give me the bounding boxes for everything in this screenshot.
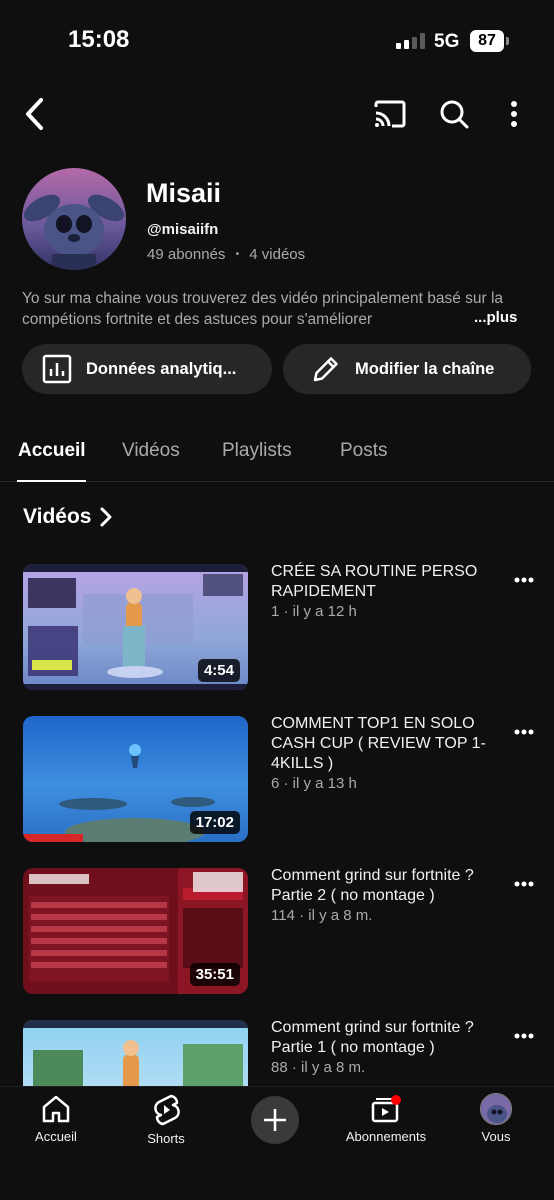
video-more-button[interactable] <box>512 720 536 744</box>
tab-posts[interactable]: Posts <box>340 440 388 462</box>
nav-shorts-label: Shorts <box>147 1131 185 1146</box>
section-title: Vidéos <box>23 505 92 528</box>
nav-home-label: Accueil <box>35 1129 77 1144</box>
video-more-button[interactable] <box>512 1024 536 1048</box>
back-button[interactable] <box>14 90 54 138</box>
video-thumbnail[interactable] <box>23 1020 248 1086</box>
subscriber-count: 49 abonnés <box>147 246 226 263</box>
video-duration: 17:02 <box>189 811 240 834</box>
video-title: Comment grind sur fortnite ? Partie 1 ( … <box>271 1020 474 1056</box>
edit-channel-button[interactable]: Modifier la chaîne <box>283 344 531 394</box>
video-info[interactable]: Comment grind sur fortnite ? Partie 2 ( … <box>271 866 496 926</box>
top-app-bar <box>0 90 554 140</box>
video-more-button[interactable] <box>512 568 536 592</box>
video-duration: 4:54 <box>197 659 240 682</box>
more-vert-icon <box>514 729 534 735</box>
description-fade <box>410 309 466 330</box>
analytics-button[interactable]: Données analytiq... <box>22 344 272 394</box>
video-meta: 114 · il y a 8 m. <box>271 907 373 924</box>
edit-channel-label: Modifier la chaîne <box>355 359 495 378</box>
more-options-button[interactable] <box>496 94 532 134</box>
nav-you[interactable]: Vous <box>446 1093 546 1144</box>
channel-tabs: Accueil Vidéos Playlists Posts <box>0 430 554 482</box>
nav-shorts[interactable]: Shorts <box>116 1093 216 1146</box>
video-title: Comment grind sur fortnite ? Partie 2 ( … <box>271 867 474 904</box>
video-item[interactable]: 35:51 Comment grind sur fortnite ? Parti… <box>0 866 554 998</box>
bottom-navigation: Accueil Shorts Abonnements Vous <box>0 1086 554 1200</box>
video-count: 4 vidéos <box>249 246 306 263</box>
videos-section-header[interactable]: Vidéos <box>23 505 113 529</box>
active-tab-indicator <box>17 480 86 482</box>
nav-subscriptions[interactable]: Abonnements <box>336 1093 436 1144</box>
video-info[interactable]: COMMENT TOP1 EN SOLO CASH CUP ( REVIEW T… <box>271 714 496 794</box>
video-meta: 1 · il y a 12 h <box>271 603 357 620</box>
chevron-right-icon <box>100 507 112 527</box>
plus-icon <box>264 1109 286 1131</box>
video-meta: 88 · il y a 8 m. <box>271 1059 366 1076</box>
subscriptions-icon <box>371 1095 401 1123</box>
analytics-button-label: Données analytiq... <box>86 359 237 378</box>
network-type: 5G <box>434 31 460 52</box>
description-more-link[interactable]: ...plus <box>466 309 518 326</box>
channel-stats: 49 abonnés • 4 vidéos <box>147 246 305 263</box>
video-thumbnail[interactable]: 17:02 <box>23 716 248 842</box>
shorts-icon <box>154 1094 180 1126</box>
nav-subscriptions-label: Abonnements <box>345 1129 427 1144</box>
battery-icon: 87 <box>470 30 504 52</box>
pencil-icon <box>313 357 338 382</box>
video-info[interactable]: Comment grind sur fortnite ? Partie 1 ( … <box>271 1020 496 1078</box>
status-bar: 15:08 5G 87 <box>0 0 554 86</box>
video-item[interactable]: 4:54 CRÉE SA ROUTINE PERSO RAPIDEMENT 1 … <box>0 562 554 694</box>
more-vert-icon <box>514 881 534 887</box>
more-vert-icon <box>514 1033 534 1039</box>
tab-playlists[interactable]: Playlists <box>222 440 292 462</box>
home-icon <box>42 1095 70 1123</box>
avatar <box>480 1093 512 1125</box>
video-item[interactable]: Comment grind sur fortnite ? Partie 1 ( … <box>0 1020 554 1086</box>
channel-name: Misaii <box>146 178 222 208</box>
create-button[interactable] <box>251 1096 299 1144</box>
back-arrow-icon <box>26 98 43 130</box>
status-time: 15:08 <box>68 26 130 53</box>
nav-you-label: Vous <box>481 1129 511 1144</box>
battery-tip <box>506 37 509 45</box>
video-info[interactable]: CRÉE SA ROUTINE PERSO RAPIDEMENT 1 · il … <box>271 562 496 622</box>
channel-handle: @misaiifn <box>147 221 219 238</box>
channel-avatar[interactable] <box>22 168 126 270</box>
stats-separator: • <box>235 249 240 260</box>
cast-button[interactable] <box>368 94 412 134</box>
video-more-button[interactable] <box>512 872 536 896</box>
tab-videos[interactable]: Vidéos <box>122 440 180 462</box>
video-duration: 35:51 <box>189 963 240 986</box>
more-vert-icon <box>514 577 534 583</box>
video-thumbnail[interactable]: 35:51 <box>23 868 248 994</box>
nav-home[interactable]: Accueil <box>6 1093 106 1144</box>
video-title: CRÉE SA ROUTINE PERSO RAPIDEMENT <box>271 563 478 600</box>
tab-home[interactable]: Accueil <box>18 440 86 462</box>
video-item[interactable]: 17:02 COMMENT TOP1 EN SOLO CASH CUP ( RE… <box>0 714 554 846</box>
search-button[interactable] <box>432 94 476 134</box>
analytics-icon <box>42 354 72 384</box>
more-vert-icon <box>511 101 517 127</box>
cast-icon <box>374 100 406 128</box>
video-thumbnail[interactable]: 4:54 <box>23 564 248 690</box>
video-title: COMMENT TOP1 EN SOLO CASH CUP ( REVIEW T… <box>271 715 486 772</box>
video-meta: 6 · il y a 13 h <box>271 775 357 792</box>
signal-icon <box>396 33 425 49</box>
search-icon <box>440 100 469 129</box>
